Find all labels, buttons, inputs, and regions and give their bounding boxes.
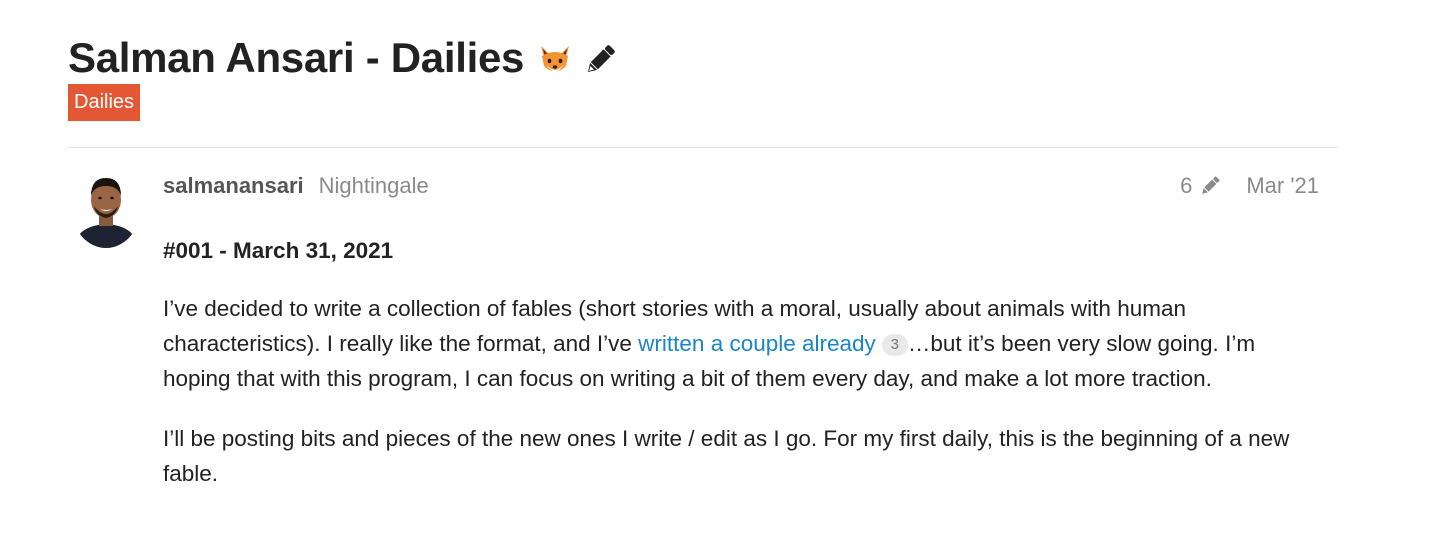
user-title: Nightingale (318, 173, 429, 198)
pencil-icon[interactable] (582, 42, 618, 78)
avatar[interactable] (72, 170, 140, 248)
divider (68, 147, 1338, 148)
post-heading: #001 - March 31, 2021 (163, 238, 394, 263)
post-body: #001 - March 31, 2021 I’ve decided to wr… (163, 236, 1323, 516)
edit-count: 6 (1180, 173, 1193, 198)
topic-header: Salman Ansari - Dailies (68, 30, 1348, 86)
edit-pencil-icon (1202, 176, 1220, 194)
written-a-couple-link[interactable]: written a couple already (638, 331, 876, 356)
post-date[interactable]: Mar '21 (1246, 173, 1319, 199)
post-paragraph-2: I’ll be posting bits and pieces of the n… (163, 426, 1290, 486)
post-info: 6 Mar '21 (1180, 171, 1319, 201)
post-paragraph-1: I’ve decided to write a collection of fa… (163, 291, 1323, 396)
post-meta: salmanansari Nightingale (163, 171, 429, 201)
category-badge[interactable]: Dailies (68, 84, 141, 121)
username[interactable]: salmanansari (163, 173, 304, 199)
link-click-count-badge: 3 (881, 334, 908, 356)
fox-icon (538, 44, 572, 78)
topic-title[interactable]: Salman Ansari - Dailies (68, 34, 524, 82)
edit-history-button[interactable]: 6 (1180, 173, 1222, 199)
title-row: Salman Ansari - Dailies (68, 30, 1348, 86)
